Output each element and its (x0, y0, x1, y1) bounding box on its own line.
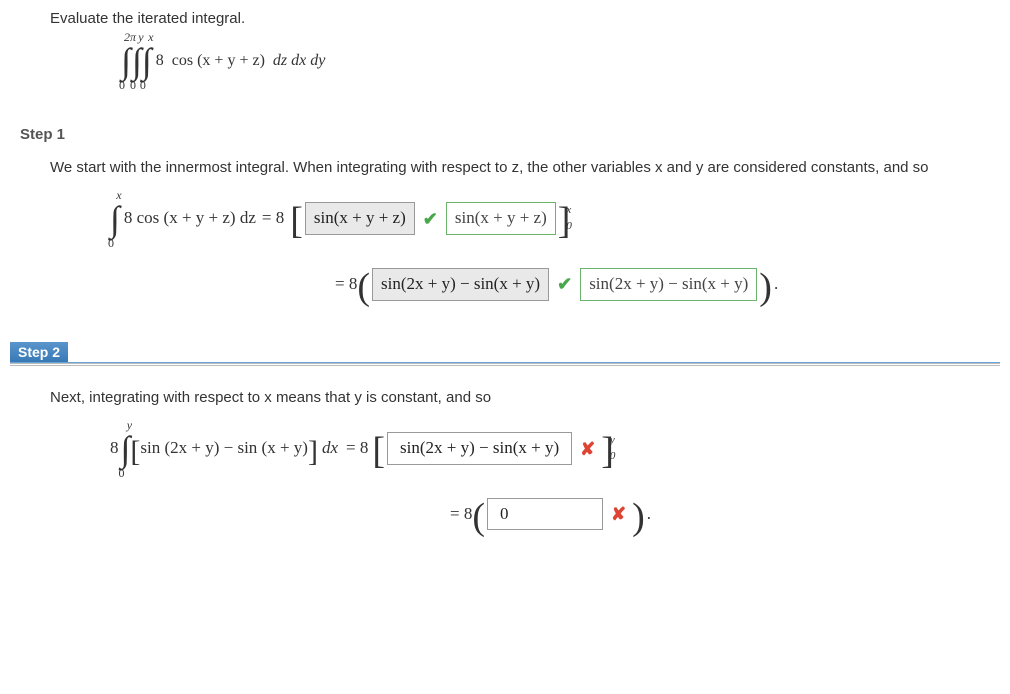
step1-text: We start with the innermost integral. Wh… (50, 157, 1000, 179)
check-icon: ✔ (557, 271, 572, 297)
inner-lower: 0 (140, 79, 146, 91)
step1-label: Step 1 (10, 126, 1000, 143)
s2r2-eq: = 8 (450, 502, 472, 527)
step2-equation1: 8 y ∫ 0 [ sin (2x + y) − sin (x + y) ] d… (110, 419, 1000, 479)
step1-body: We start with the innermost integral. Wh… (10, 157, 1000, 312)
s1r1-integrand: 8 cos (x + y + z) dz (124, 208, 256, 227)
s1r1-lower: 0 (108, 237, 114, 249)
outer-lower: 0 (119, 79, 125, 91)
cross-icon: ✘ (580, 436, 595, 462)
s1r1-eq: = 8 (262, 206, 284, 231)
middle-upper: y (138, 31, 143, 43)
step1-equation2: = 8 ( sin(2x + y) − sin(x + y) ✔ sin(2x … (335, 257, 1000, 312)
s1r2-student-answer[interactable]: sin(2x + y) − sin(x + y) (372, 268, 549, 301)
s2r1-dx: dx (322, 436, 338, 461)
s2r1-eq: = 8 (346, 436, 368, 461)
problem-integral: 2π ∫ 0 y ∫ 0 x ∫ 0 8 cos (x + y + z) dz … (120, 31, 1000, 91)
s2r1-lower: 0 (118, 467, 124, 479)
step2-text: Next, integrating with respect to x mean… (50, 387, 1000, 409)
s1r2-period: . (774, 272, 778, 297)
step2-equation2: = 8 ( 0 ✘ ). (450, 487, 1000, 542)
problem-statement: Evaluate the iterated integral. 2π ∫ 0 y… (10, 10, 1000, 91)
s2r1-integrand: sin (2x + y) − sin (x + y) (140, 438, 308, 457)
s2r2-student-answer[interactable]: 0 (487, 498, 603, 531)
integrand-diffs: dz dx dy (273, 52, 325, 69)
s1r1-upper: x (116, 189, 121, 201)
s2r1-student-answer[interactable]: sin(2x + y) − sin(x + y) (387, 432, 572, 465)
step1-equation1: x ∫ 0 8 cos (x + y + z) dz = 8 [ sin(x +… (110, 189, 1000, 249)
cross-icon: ✘ (611, 501, 626, 527)
s1r1-correct-answer: sin(x + y + z) (446, 202, 556, 235)
s1r2-correct-answer: sin(2x + y) − sin(x + y) (580, 268, 757, 301)
problem-prompt: Evaluate the iterated integral. (50, 10, 1000, 27)
check-icon: ✔ (423, 206, 438, 232)
s2r2-period: . (647, 502, 651, 527)
s2r1-upper: y (127, 419, 132, 431)
integrand-body: cos (x + y + z) (172, 52, 265, 69)
step2-body: Next, integrating with respect to x mean… (10, 387, 1000, 542)
outer-upper: 2π (124, 31, 136, 43)
s1r1-student-answer[interactable]: sin(x + y + z) (305, 202, 415, 235)
middle-lower: 0 (130, 79, 136, 91)
step2-label: Step 2 (10, 342, 68, 362)
s1r2-eq: = 8 (335, 272, 357, 297)
inner-upper: x (148, 31, 153, 43)
s2r1-coef: 8 (110, 436, 119, 461)
integrand-coef: 8 (156, 52, 164, 69)
